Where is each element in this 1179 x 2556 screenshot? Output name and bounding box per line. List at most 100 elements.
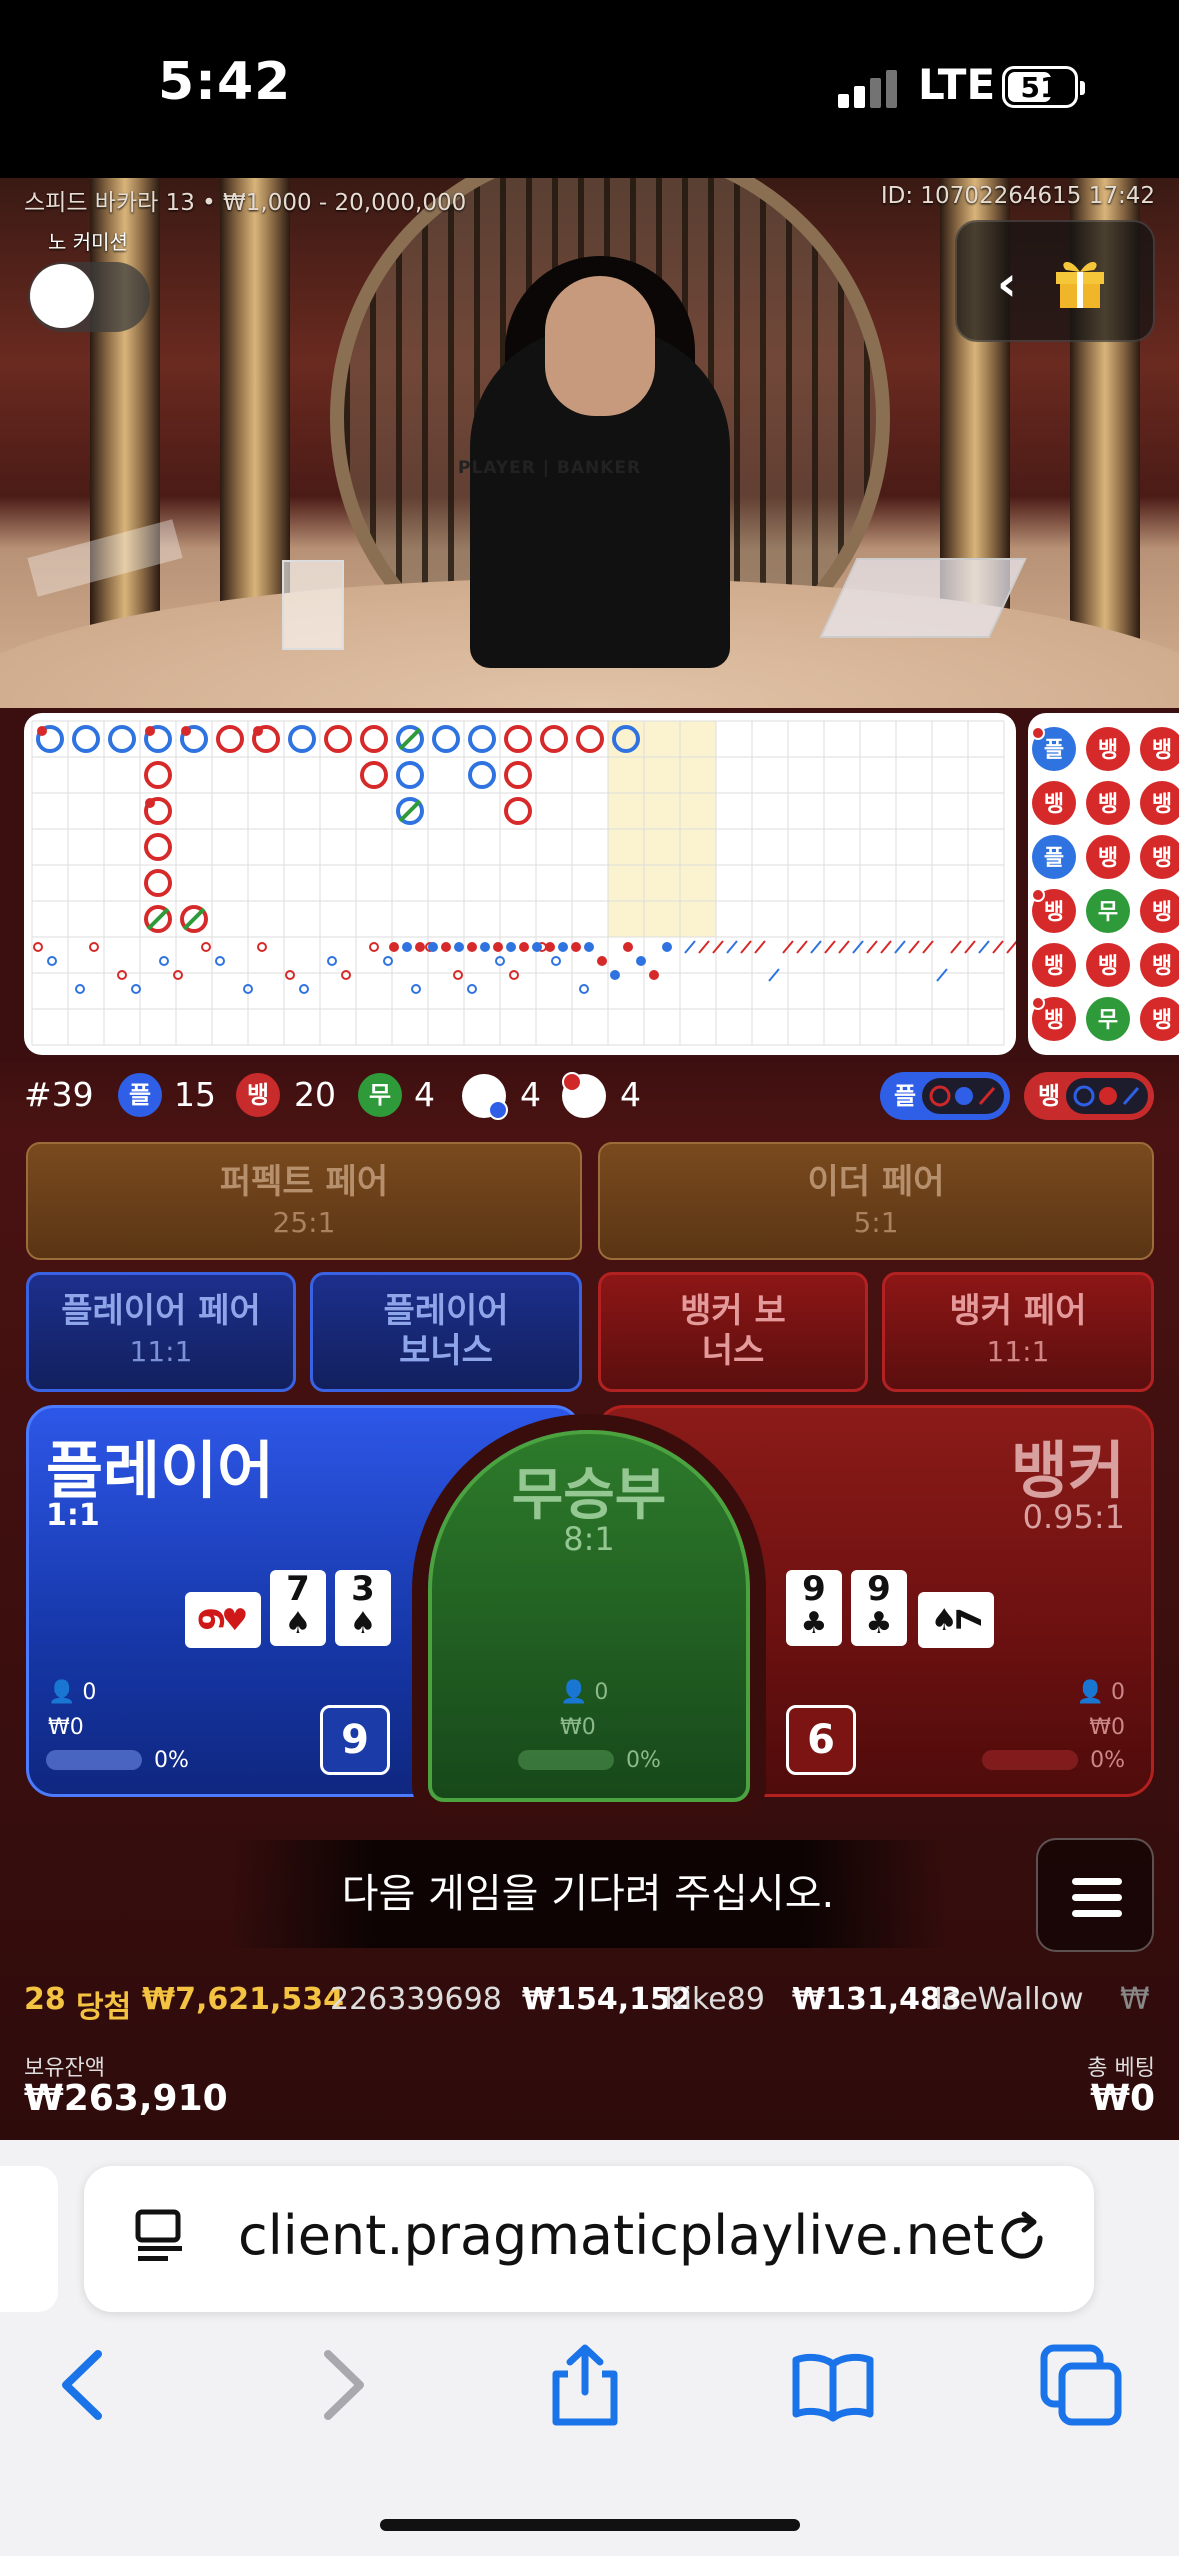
derived-marker [698,940,710,954]
derived-marker [726,940,738,954]
winner-total: ₩7,621,534 [142,1982,345,2017]
banker-pair-label: 뱅커 페어 [949,1291,1087,1331]
derived-marker [662,942,672,952]
perfect-pair-bet[interactable]: 퍼펙트 페어 25:1 [26,1142,582,1260]
bead-label: 뱅 [1098,792,1118,817]
forward-icon[interactable] [296,2340,386,2430]
derived-marker [47,956,57,966]
derived-marker [519,942,529,952]
derived-marker [415,942,425,952]
tabs-icon[interactable] [1036,2340,1126,2430]
previous-tab[interactable] [0,2166,58,2312]
road-marker [360,761,388,789]
derived-marker [571,942,581,952]
derived-marker [649,970,659,980]
pair-dot [145,726,155,736]
tie-label: 무승부 [511,1463,667,1528]
tie-amount: ₩0 [560,1715,596,1740]
banker-bonus-bet[interactable]: 뱅커 보너스 [598,1272,868,1392]
page-menu-icon [135,2209,182,2261]
gift-icon [1056,261,1104,308]
banker-odds: 0.95:1 [1022,1498,1125,1536]
derived-marker [454,942,464,952]
banker-score: 6 [786,1705,856,1775]
predict-player-button[interactable]: 플 [880,1072,1010,1120]
player-pair-label: 플레이어 페어 [61,1291,261,1331]
derived-marker [597,956,607,966]
player-percent: 0% [154,1748,189,1773]
bead-label: 무 [1098,900,1118,925]
winners-ticker: 28 당첨 ₩7,621,534 226339698 ₩154,152 Kike… [0,1978,1179,2022]
road-marker [432,725,460,753]
derived-marker [285,970,295,980]
road-grid [31,720,1016,1046]
balance-value: ₩263,910 [24,2078,228,2119]
road-marker [468,725,496,753]
derived-marker [852,940,864,954]
player-card-1: 6♥ [185,1592,261,1648]
share-icon[interactable] [540,2340,630,2430]
banker-pair-bet[interactable]: 뱅커 페어 11:1 [882,1272,1154,1392]
big-road-scoreboard[interactable] [24,713,1016,1055]
derived-marker [173,970,183,980]
bead-plate[interactable]: 플뱅뱅뱅뱅뱅플뱅뱅뱅무뱅뱅뱅뱅뱅무뱅 [1028,713,1179,1055]
bead-grid: 플 뱅 뱅뱅 뱅 뱅플 뱅 뱅뱅 무 뱅뱅 뱅 뱅뱅 무 뱅 [1031,726,1179,1041]
reload-icon[interactable] [994,2208,1054,2268]
round-number: #39 [24,1075,94,1114]
bead-label: 플 [1044,738,1064,763]
banker-percent: 0% [1090,1748,1125,1773]
bead-label: 뱅 [1098,846,1118,871]
battery-level: 51 [1020,71,1060,104]
road-marker [144,761,172,789]
player-pair-bet[interactable]: 플레이어 페어 11:1 [26,1272,296,1392]
derived-marker [215,956,225,966]
perfect-pair-label: 퍼펙트 페어 [219,1162,389,1202]
tie-mark [182,907,206,931]
derived-marker [584,942,594,952]
derived-marker [389,942,399,952]
player-pair-count: 4 [520,1075,541,1114]
derived-marker [623,942,633,952]
bead-label: 뱅 [1152,738,1172,763]
no-commission-toggle[interactable] [28,262,150,332]
road-marker [324,725,352,753]
chevron-left-icon: ‹ [997,256,1017,312]
banker-label: 뱅커 [1010,1434,1125,1507]
promotions-button[interactable]: ‹ [955,220,1155,342]
player-score: 9 [320,1705,390,1775]
derived-marker [558,942,568,952]
back-icon[interactable] [40,2340,130,2430]
derived-marker [428,942,438,952]
menu-button[interactable] [1036,1838,1154,1952]
road-marker [540,725,568,753]
banker-bettors: 👤 0 [1076,1680,1125,1705]
bookmarks-icon[interactable] [788,2340,878,2430]
predict-player-label: 플 [894,1082,917,1110]
bead-label: 뱅 [1044,900,1064,925]
player-amount: ₩0 [48,1715,84,1740]
road-marker [144,833,172,861]
banker-card-1: 9 ♣ [786,1570,842,1646]
derived-marker [467,942,477,952]
road-marker [468,761,496,789]
home-indicator[interactable] [380,2519,800,2531]
signal-icon [838,66,900,108]
either-pair-bet[interactable]: 이더 페어 5:1 [598,1142,1154,1260]
perfect-pair-odds: 25:1 [272,1206,336,1239]
derived-marker [545,942,555,952]
road-marker [144,869,172,897]
tie-mark [398,799,422,823]
derived-marker [950,940,962,954]
player-bonus-bet[interactable]: 플레이어 보너스 [310,1272,582,1392]
banker-pair-count: 4 [620,1075,641,1114]
predict-banker-button[interactable]: 뱅 [1024,1072,1154,1120]
derived-marker [506,942,516,952]
derived-marker [369,942,379,952]
bead-label: 뱅 [1044,792,1064,817]
player-bonus-label: 플레이어 보너스 [383,1291,509,1371]
tie-count-chip: 무 [358,1073,402,1117]
total-bet-value: ₩0 [1090,2078,1155,2119]
tie-bettors: 👤 0 [560,1680,609,1705]
banker-count-chip: 뱅 [236,1073,280,1117]
derived-marker [908,940,920,954]
